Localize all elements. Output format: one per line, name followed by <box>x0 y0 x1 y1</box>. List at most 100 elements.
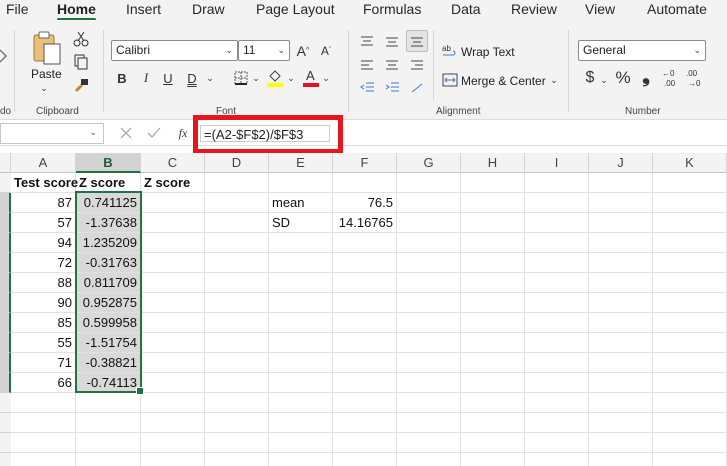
grid-cell[interactable] <box>269 173 333 193</box>
mean-value-cell[interactable]: 76.5 <box>333 193 397 213</box>
grid-cell[interactable] <box>525 293 589 313</box>
chevron-down-icon[interactable]: ⌄ <box>599 75 609 85</box>
grid-cell[interactable] <box>653 373 727 393</box>
header-cell[interactable]: Test score <box>11 173 78 193</box>
tab-page-layout[interactable]: Page Layout <box>256 0 335 18</box>
test-score-cell[interactable]: 87 <box>11 193 76 213</box>
grid-cell[interactable] <box>76 413 141 433</box>
grid-cell[interactable] <box>653 193 727 213</box>
sd-value-cell[interactable]: 14.16765 <box>333 213 397 233</box>
grid-cell[interactable] <box>11 433 76 453</box>
wrap-text-icon[interactable]: ab <box>441 42 459 60</box>
grid-cell[interactable] <box>269 273 333 293</box>
row-header[interactable] <box>0 273 11 293</box>
column-header-h[interactable]: H <box>461 153 525 173</box>
increase-indent-icon[interactable] <box>383 80 401 96</box>
grid-cell[interactable] <box>269 313 333 333</box>
insert-function-button[interactable]: fx <box>175 124 191 142</box>
grid-cell[interactable] <box>461 453 525 466</box>
grid-cell[interactable] <box>653 173 727 193</box>
grid-cell[interactable] <box>397 313 461 333</box>
number-format-select[interactable]: General ⌄ <box>578 40 706 61</box>
comma-style-button[interactable]: ❟ <box>640 65 652 87</box>
grid-cell[interactable] <box>397 413 461 433</box>
test-score-cell[interactable]: 72 <box>11 253 76 273</box>
grid-cell[interactable] <box>589 433 653 453</box>
z-score-cell[interactable]: 0.952875 <box>76 293 141 313</box>
grid-cell[interactable] <box>333 453 397 466</box>
z-score-cell[interactable]: 0.599958 <box>76 313 141 333</box>
grid-cell[interactable] <box>269 453 333 466</box>
grid-cell[interactable] <box>589 413 653 433</box>
grid-cell[interactable] <box>397 453 461 466</box>
grid-cell[interactable] <box>205 333 269 353</box>
grid-cell[interactable] <box>333 333 397 353</box>
grid-cell[interactable] <box>269 293 333 313</box>
grid-cell[interactable] <box>205 453 269 466</box>
tab-draw[interactable]: Draw <box>192 0 225 18</box>
increase-font-icon[interactable]: A ^ <box>295 40 311 61</box>
grid-cell[interactable] <box>333 173 397 193</box>
grid-cell[interactable] <box>205 233 269 253</box>
currency-button[interactable]: $ <box>583 68 597 88</box>
grid-cell[interactable] <box>461 333 525 353</box>
test-score-cell[interactable]: 55 <box>11 333 76 353</box>
decrease-indent-icon[interactable] <box>358 80 376 96</box>
z-score-cell[interactable]: 1.235209 <box>76 233 141 253</box>
row-header[interactable] <box>0 413 11 433</box>
grid-cell[interactable] <box>205 433 269 453</box>
grid-cell[interactable] <box>589 233 653 253</box>
grid-cell[interactable] <box>397 253 461 273</box>
grid-cell[interactable] <box>76 393 141 413</box>
tab-file[interactable]: File <box>6 0 29 18</box>
align-center-icon[interactable] <box>383 58 401 74</box>
column-header-i[interactable]: I <box>525 153 589 173</box>
bold-button[interactable]: B <box>115 69 129 87</box>
grid-cell[interactable] <box>461 233 525 253</box>
grid-cell[interactable] <box>461 433 525 453</box>
grid-cell[interactable] <box>269 433 333 453</box>
tab-data[interactable]: Data <box>451 0 481 18</box>
spreadsheet-grid[interactable]: A B C D E F G H I J K Test score Z score Z… <box>0 153 727 466</box>
grid-cell[interactable] <box>653 413 727 433</box>
tab-automate[interactable]: Automate <box>647 0 707 18</box>
tab-insert[interactable]: Insert <box>126 0 161 18</box>
wrap-text-label[interactable]: Wrap Text <box>461 45 515 59</box>
row-header[interactable] <box>0 173 11 193</box>
sd-label-cell[interactable]: SD <box>269 213 333 233</box>
grid-cell[interactable] <box>333 293 397 313</box>
row-header[interactable] <box>0 333 11 353</box>
grid-cell[interactable] <box>525 433 589 453</box>
column-header-a[interactable]: A <box>11 153 76 173</box>
grid-cell[interactable] <box>333 373 397 393</box>
grid-cell[interactable] <box>525 253 589 273</box>
grid-cell[interactable] <box>269 413 333 433</box>
grid-cell[interactable] <box>397 433 461 453</box>
grid-cell[interactable] <box>397 213 461 233</box>
grid-cell[interactable] <box>525 353 589 373</box>
grid-cell[interactable] <box>589 373 653 393</box>
grid-cell[interactable] <box>205 413 269 433</box>
test-score-cell[interactable]: 88 <box>11 273 76 293</box>
grid-cell[interactable] <box>397 373 461 393</box>
grid-cell[interactable] <box>205 373 269 393</box>
grid-cell[interactable] <box>461 213 525 233</box>
grid-cell[interactable] <box>205 213 269 233</box>
chevron-down-icon[interactable]: ⌄ <box>286 73 296 83</box>
row-header[interactable] <box>0 353 11 373</box>
grid-cell[interactable] <box>269 333 333 353</box>
tab-formulas[interactable]: Formulas <box>363 0 421 18</box>
grid-cell[interactable] <box>141 213 205 233</box>
paste-label[interactable]: Paste <box>31 67 62 81</box>
grid-cell[interactable] <box>653 273 727 293</box>
grid-cell[interactable] <box>141 453 205 466</box>
grid-cell[interactable] <box>653 253 727 273</box>
grid-cell[interactable] <box>141 193 205 213</box>
test-score-cell[interactable]: 85 <box>11 313 76 333</box>
orientation-icon[interactable] <box>408 80 426 96</box>
increase-decimal-icon[interactable]: ←0.00 <box>660 67 680 89</box>
grid-cell[interactable] <box>525 413 589 433</box>
test-score-cell[interactable]: 71 <box>11 353 76 373</box>
grid-cell[interactable] <box>525 173 589 193</box>
percent-button[interactable]: % <box>614 68 632 88</box>
